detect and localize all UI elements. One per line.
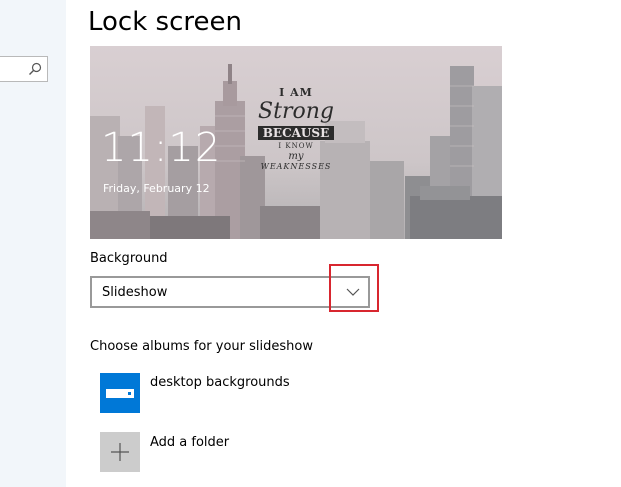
lock-screen-preview: I AM Strong BECAUSE I KNOW my WEAKNESSES… bbox=[90, 46, 502, 239]
background-label: Background bbox=[90, 251, 168, 266]
quote-line: my bbox=[288, 151, 304, 162]
preview-date: Friday, February 12 bbox=[103, 182, 210, 195]
quote-line: WEAKNESSES bbox=[260, 162, 332, 171]
quote-line: Strong bbox=[258, 99, 334, 124]
quote-line: BECAUSE bbox=[258, 126, 334, 140]
page-title: Lock screen bbox=[88, 7, 242, 37]
highlight-annotation bbox=[329, 264, 379, 312]
sidebar bbox=[0, 0, 66, 487]
preview-time: 11:12 bbox=[101, 125, 222, 171]
dropdown-selected-value: Slideshow bbox=[102, 285, 168, 300]
add-folder-label[interactable]: Add a folder bbox=[150, 434, 229, 452]
albums-label: Choose albums for your slideshow bbox=[90, 339, 313, 354]
plus-icon bbox=[111, 443, 129, 461]
album-tile[interactable] bbox=[100, 373, 140, 413]
search-input[interactable] bbox=[0, 56, 48, 82]
quote-overlay: I AM Strong BECAUSE I KNOW my WEAKNESSES bbox=[252, 86, 340, 172]
add-folder-button[interactable] bbox=[100, 432, 140, 472]
background-dropdown[interactable]: Slideshow bbox=[90, 276, 370, 308]
quote-line: I KNOW bbox=[278, 142, 314, 150]
search-icon[interactable] bbox=[28, 62, 42, 76]
album-name[interactable]: desktop backgrounds bbox=[150, 374, 290, 392]
quote-line: I AM bbox=[279, 86, 313, 99]
